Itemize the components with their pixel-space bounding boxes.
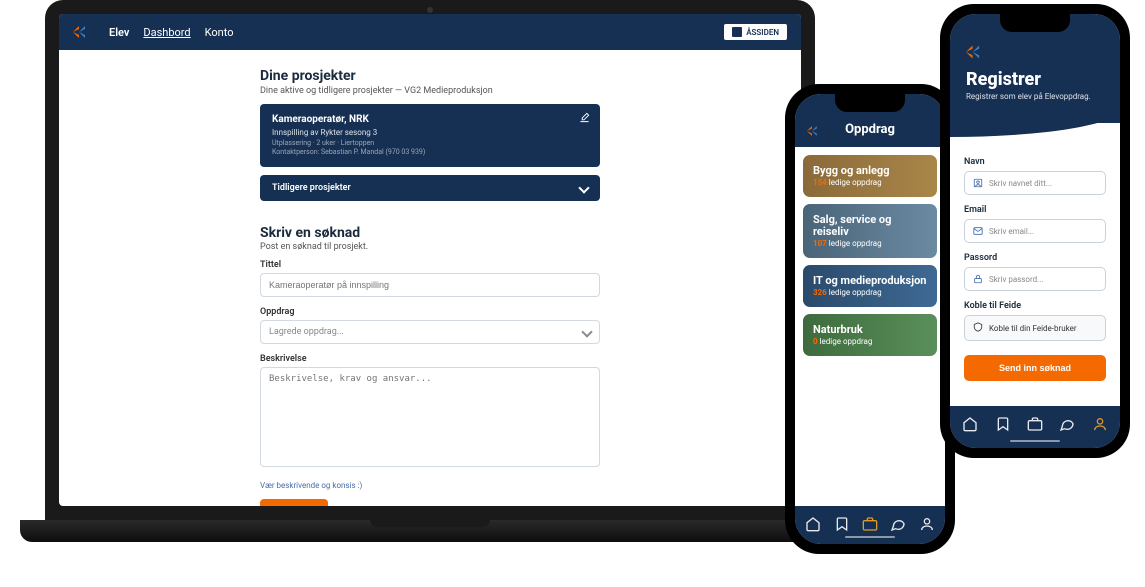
beskrivelse-textarea[interactable] [260, 367, 600, 467]
bottom-nav [795, 506, 945, 544]
desktop-app: Elev Dashbord Konto ÅSSIDEN Dine prosjek… [59, 14, 801, 506]
feide-connect-button[interactable]: Koble til din Feide-bruker [964, 315, 1106, 341]
nav-bookmark-icon[interactable] [995, 416, 1011, 436]
nav-chat-icon[interactable] [890, 516, 906, 532]
project-meta2: Kontaktperson: Sebastian P. Mandal (970 … [272, 148, 588, 156]
register-title: Registrer [966, 69, 1104, 90]
navn-input[interactable]: Skriv navnet ditt... [964, 171, 1106, 195]
nav-user-icon[interactable] [919, 516, 935, 532]
nav-home-icon[interactable] [962, 416, 978, 436]
label-navn: Navn [964, 157, 1106, 167]
label-email: Email [964, 205, 1106, 215]
oppdrag-title: Oppdrag [845, 122, 895, 137]
edit-icon[interactable] [579, 112, 590, 126]
laptop-base [20, 520, 840, 542]
label-passord: Passord [964, 253, 1106, 263]
form-heading: Skriv en søknad [260, 225, 600, 241]
laptop-bezel: Elev Dashbord Konto ÅSSIDEN Dine prosjek… [45, 0, 815, 520]
label-tittel: Tittel [260, 260, 600, 270]
nav-user-icon[interactable] [1092, 416, 1108, 436]
nav-bookmark-icon[interactable] [834, 516, 850, 532]
category-card-it[interactable]: IT og medieproduksjon 326 ledige oppdrag [803, 265, 937, 307]
chevron-down-icon [581, 326, 592, 337]
form-subtitle: Post en søknad til prosjekt. [260, 242, 600, 252]
top-nav: Elev Dashbord Konto ÅSSIDEN [59, 14, 801, 50]
category-list: Bygg og anlegg 154 ledige oppdrag Salg, … [795, 147, 945, 364]
lock-icon [973, 274, 983, 284]
register-subtitle: Registrer som elev på Elevoppdrag. [966, 92, 1104, 101]
phone-oppdrag: Oppdrag Bygg og anlegg 154 ledige oppdra… [785, 84, 955, 554]
accordion-label: Tidligere prosjekter [272, 183, 351, 193]
nav-link-dashbord[interactable]: Dashbord [143, 26, 190, 39]
phone-notch [1000, 14, 1070, 32]
tittel-input[interactable] [260, 273, 600, 297]
previous-projects-accordion[interactable]: Tidligere prosjekter [260, 175, 600, 201]
project-title: Kameraoperatør, NRK [272, 114, 588, 125]
category-card-salg[interactable]: Salg, service og reiseliv 107 ledige opp… [803, 204, 937, 258]
nav-briefcase-icon[interactable] [862, 516, 878, 532]
nav-link-konto[interactable]: Konto [205, 26, 234, 39]
nav-home-icon[interactable] [805, 516, 821, 532]
passord-input[interactable]: Skriv passord... [964, 267, 1106, 291]
mail-icon [973, 226, 983, 236]
oppdrag-select-value: Lagrede oppdrag... [269, 327, 344, 337]
nav-chat-icon[interactable] [1059, 416, 1075, 436]
active-project-card[interactable]: Kameraoperatør, NRK Innspilling av Rykte… [260, 104, 600, 167]
oppdrag-select[interactable]: Lagrede oppdrag... [260, 320, 600, 344]
chevron-down-icon [578, 182, 589, 193]
project-desc: Innspilling av Rykter sesong 3 [272, 128, 588, 137]
nav-role: Elev [109, 26, 129, 39]
label-beskrivelse: Beskrivelse [260, 354, 600, 364]
label-feide: Koble til Feide [964, 301, 1106, 311]
link-icon [973, 322, 983, 334]
bottom-nav [950, 406, 1120, 448]
post-button[interactable]: Post [260, 499, 328, 506]
user-square-icon [973, 178, 983, 188]
phone-registrer: Registrer Registrer som elev på Elevoppd… [940, 4, 1130, 458]
projects-subtitle: Dine aktive og tidligere prosjekter — VG… [260, 86, 600, 96]
category-card-bygg[interactable]: Bygg og anlegg 154 ledige oppdrag [803, 155, 937, 197]
send-button[interactable]: Send inn søknad [964, 355, 1106, 381]
logo-icon [807, 125, 825, 140]
school-badge: ÅSSIDEN [724, 24, 787, 40]
projects-heading: Dine prosjekter [260, 68, 600, 84]
logo-icon [966, 44, 990, 63]
laptop-device: Elev Dashbord Konto ÅSSIDEN Dine prosjek… [20, 0, 840, 570]
project-meta1: Utplassering · 2 uker · Liertoppen [272, 139, 588, 147]
email-input[interactable]: Skriv email... [964, 219, 1106, 243]
nav-briefcase-icon[interactable] [1027, 416, 1043, 436]
form-hint: Vær beskrivende og konsis :) [260, 481, 600, 490]
logo-icon [73, 26, 95, 38]
register-form: Navn Skriv navnet ditt... Email Skriv em… [950, 123, 1120, 395]
label-oppdrag: Oppdrag [260, 307, 600, 317]
phone-notch [835, 94, 905, 112]
category-card-natur[interactable]: Naturbruk 0 ledige oppdrag [803, 314, 937, 356]
